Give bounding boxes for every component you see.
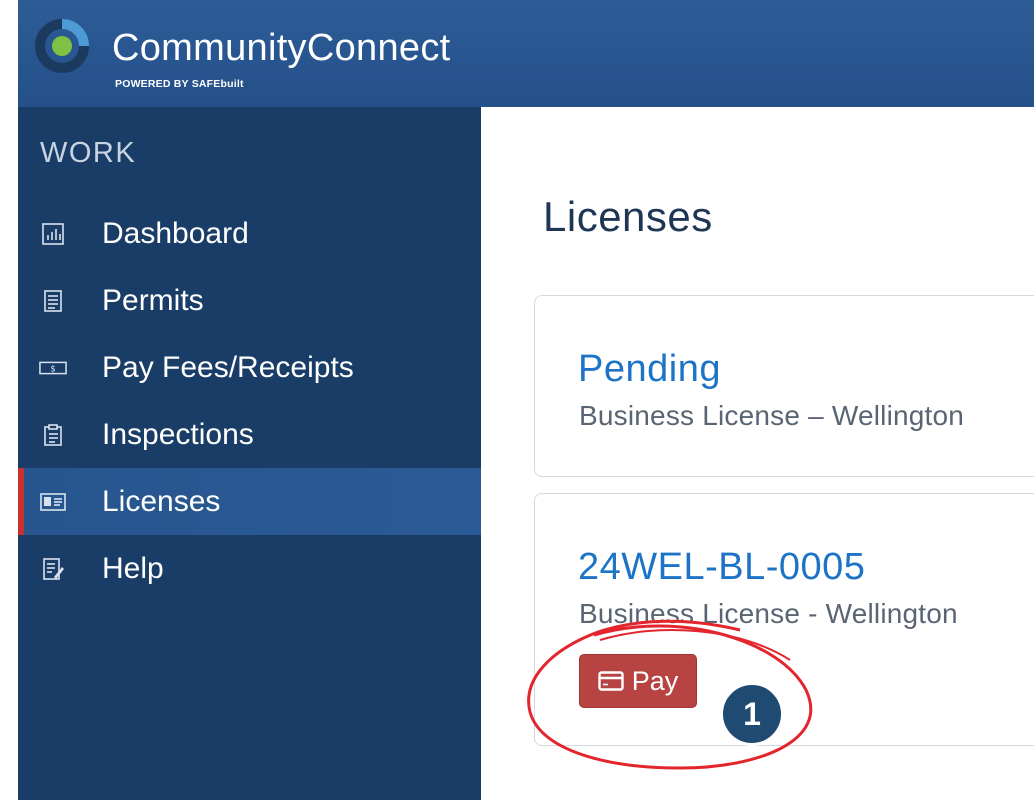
- page-title: Licenses: [543, 193, 713, 240]
- edit-document-icon: [39, 555, 67, 583]
- sidebar-item-help[interactable]: Help: [18, 535, 481, 602]
- community-connect-logo-icon: [35, 19, 89, 73]
- pay-button[interactable]: Pay: [579, 654, 697, 708]
- license-link[interactable]: 24WEL-BL-0005: [578, 546, 865, 589]
- license-link[interactable]: Pending: [578, 348, 721, 391]
- step-number-badge: 1: [720, 682, 784, 746]
- license-type: Business License – Wellington: [579, 400, 965, 431]
- sidebar-item-label: Pay Fees/Receipts: [102, 350, 354, 384]
- sidebar-item-licenses[interactable]: Licenses: [18, 468, 481, 535]
- top-bar: CommunityConnect POWERED BY SAFEbuilt: [18, 0, 1034, 107]
- pay-button-label: Pay: [631, 665, 679, 696]
- sidebar-item-label: Licenses: [102, 484, 221, 518]
- sidebar-item-inspections[interactable]: Inspections: [18, 401, 481, 468]
- powered-by: POWERED BY SAFEbuilt: [115, 78, 244, 90]
- svg-text:$: $: [50, 363, 55, 373]
- cash-icon: $: [39, 354, 67, 382]
- sidebar-section-label: WORK: [40, 137, 137, 169]
- license-type: Business License - Wellington: [579, 598, 958, 629]
- sidebar-item-dashboard[interactable]: Dashboard: [18, 200, 481, 267]
- id-card-icon: [39, 488, 67, 516]
- bar-chart-icon: [39, 220, 67, 248]
- sidebar: WORK Dashboard Permits $ Pay Fees/Receip…: [18, 107, 481, 800]
- document-icon: [39, 287, 67, 315]
- credit-card-icon: [598, 671, 624, 691]
- sidebar-item-label: Help: [102, 551, 164, 585]
- powered-by-prefix: POWERED BY: [115, 78, 192, 90]
- sidebar-item-permits[interactable]: Permits: [18, 267, 481, 334]
- sidebar-item-label: Inspections: [102, 417, 254, 451]
- app-frame: CommunityConnect POWERED BY SAFEbuilt WO…: [18, 0, 1034, 800]
- sidebar-nav: Dashboard Permits $ Pay Fees/Receipts In…: [18, 200, 481, 602]
- brand-name: CommunityConnect: [112, 27, 451, 69]
- powered-by-brand: SAFEbuilt: [191, 78, 244, 90]
- license-card: Pending Business License – Wellington: [534, 295, 1034, 477]
- sidebar-item-pay-fees[interactable]: $ Pay Fees/Receipts: [18, 334, 481, 401]
- sidebar-item-label: Permits: [102, 283, 204, 317]
- clipboard-icon: [39, 421, 67, 449]
- license-card: 24WEL-BL-0005 Business License - Welling…: [534, 493, 1034, 746]
- sidebar-item-label: Dashboard: [102, 216, 249, 250]
